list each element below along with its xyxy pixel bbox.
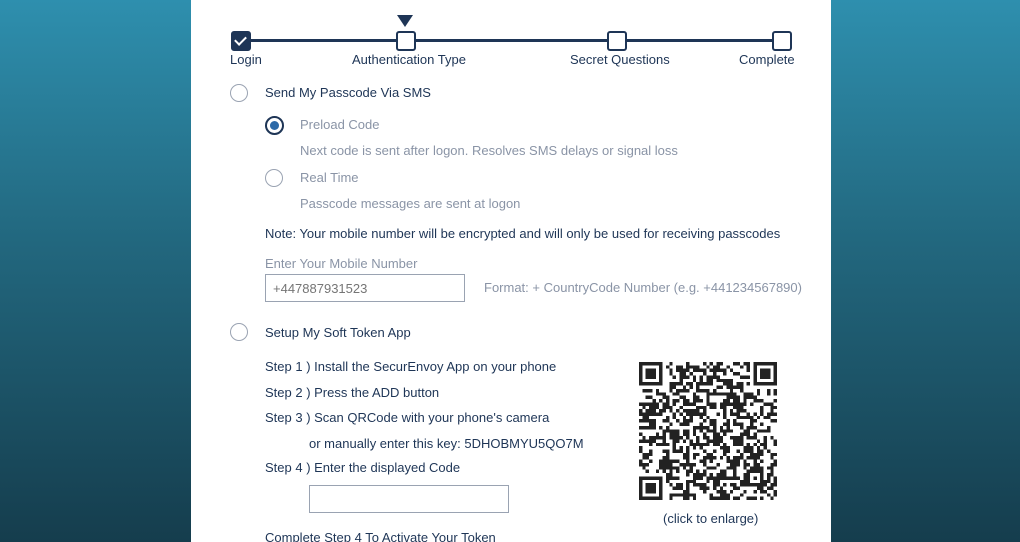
mobile-format-hint: Format: + CountryCode Number (e.g. +4412… <box>484 280 802 295</box>
real-time-description: Passcode messages are sent at logon <box>300 196 521 211</box>
qr-code-image[interactable] <box>639 362 777 500</box>
soft-token-step-1: Step 1 ) Install the SecurEnvoy App on y… <box>265 359 557 374</box>
activate-token-note: Complete Step 4 To Activate Your Token <box>265 530 496 542</box>
step-label-secret-questions: Secret Questions <box>570 52 670 67</box>
soft-token-step-4: Step 4 ) Enter the displayed Code <box>265 460 461 475</box>
soft-token-radio[interactable] <box>230 323 248 341</box>
token-code-input[interactable] <box>309 485 509 513</box>
real-time-radio[interactable] <box>265 169 283 187</box>
step-complete-box <box>772 31 792 51</box>
enrolment-panel: Login Authentication Type Secret Questio… <box>191 0 831 542</box>
step-secret-questions-box <box>607 31 627 51</box>
preload-code-description: Next code is sent after logon. Resolves … <box>300 143 678 158</box>
soft-token-option-label[interactable]: Setup My Soft Token App <box>265 325 411 341</box>
preload-code-radio[interactable] <box>265 116 284 135</box>
current-step-pointer-icon <box>397 15 413 27</box>
encryption-note: Note: Your mobile number will be encrypt… <box>265 226 781 241</box>
mobile-number-label: Enter Your Mobile Number <box>265 256 418 271</box>
mobile-number-input[interactable] <box>265 274 465 302</box>
real-time-label[interactable]: Real Time <box>300 170 359 186</box>
progress-track <box>239 39 783 42</box>
step-authentication-type-box <box>396 31 416 51</box>
sms-radio[interactable] <box>230 84 248 102</box>
preload-code-label[interactable]: Preload Code <box>300 117 380 133</box>
step-label-authentication-type: Authentication Type <box>352 52 466 67</box>
step-login-checkbox-icon <box>231 31 251 51</box>
soft-token-step-3: Step 3 ) Scan QRCode with your phone's c… <box>265 410 550 425</box>
qr-enlarge-hint[interactable]: (click to enlarge) <box>663 511 758 527</box>
step-label-login: Login <box>230 52 262 67</box>
manual-key-text: or manually enter this key: 5DHOBMYU5QO7… <box>309 436 584 451</box>
soft-token-step-2: Step 2 ) Press the ADD button <box>265 385 440 400</box>
sms-option-label[interactable]: Send My Passcode Via SMS <box>265 85 431 101</box>
step-label-complete: Complete <box>739 52 795 67</box>
